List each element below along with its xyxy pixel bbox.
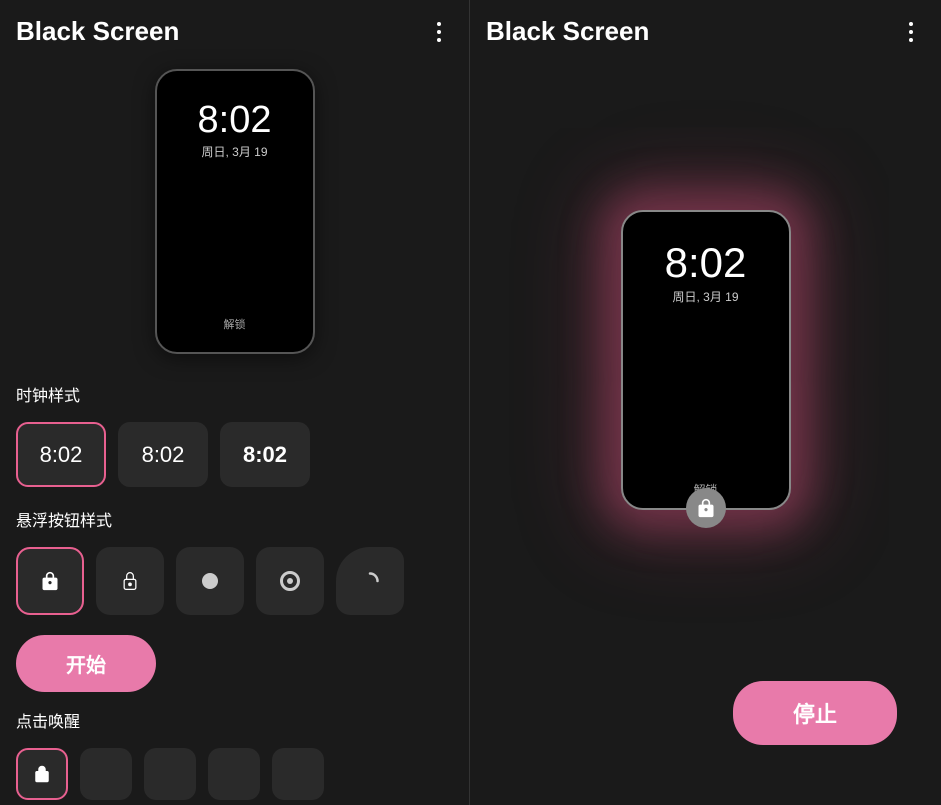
lock-fill-icon [40, 571, 60, 591]
wake-tap-label: 点击唤醒 [0, 700, 469, 740]
left-phone-date: 周日, 3月 19 [198, 143, 272, 160]
left-phone-time: 8:02 [198, 101, 272, 139]
right-phone-lock-icon [686, 488, 726, 528]
float-button-options [0, 539, 469, 627]
clock-option-bold-label: 8:02 [243, 442, 287, 468]
right-phone-area: 8:02 周日, 3月 19 解锁 [470, 59, 941, 681]
right-header: Black Screen [470, 0, 941, 59]
wake-option-1[interactable] [16, 748, 68, 800]
wake-option-4[interactable] [208, 748, 260, 800]
clock-option-normal-label: 8:02 [142, 442, 185, 468]
clock-option-bold[interactable]: 8:02 [220, 422, 310, 487]
right-title: Black Screen [486, 16, 649, 47]
float-button-label: 悬浮按钮样式 [0, 499, 469, 539]
left-phone-frame: 8:02 周日, 3月 19 解锁 [155, 69, 315, 354]
right-menu-button[interactable] [897, 18, 925, 46]
right-phone-time-area: 8:02 周日, 3月 19 [665, 242, 747, 305]
circle-fill-icon [202, 573, 218, 589]
wake-option-2[interactable] [80, 748, 132, 800]
float-btn-circle-ring[interactable] [256, 547, 324, 615]
stop-button[interactable]: 停止 [733, 681, 897, 745]
clock-style-label: 时钟样式 [0, 374, 469, 414]
left-phone-unlock: 解锁 [224, 316, 246, 332]
left-header: Black Screen [0, 0, 469, 59]
wake-option-3[interactable] [144, 748, 196, 800]
float-btn-lock-fill[interactable] [16, 547, 84, 615]
float-btn-lock-outline[interactable] [96, 547, 164, 615]
circle-ring-icon [280, 571, 300, 591]
left-menu-button[interactable] [425, 18, 453, 46]
clock-style-options: 8:02 8:02 8:02 [0, 414, 469, 499]
lock-outline-icon [120, 571, 140, 591]
left-panel: Black Screen 8:02 周日, 3月 19 解锁 时钟样式 8:02 [0, 0, 470, 805]
partial-circle-icon [360, 571, 380, 591]
wake-icon-1 [33, 765, 51, 783]
right-phone-date: 周日, 3月 19 [665, 288, 747, 305]
wake-option-5[interactable] [272, 748, 324, 800]
clock-option-normal[interactable]: 8:02 [118, 422, 208, 487]
clock-option-thin-label: 8:02 [40, 442, 83, 468]
clock-option-thin[interactable]: 8:02 [16, 422, 106, 487]
bottom-action-row: 开始 [0, 627, 469, 700]
float-btn-circle-fill[interactable] [176, 547, 244, 615]
right-phone-time: 8:02 [665, 242, 747, 284]
right-phone-wrapper: 8:02 周日, 3月 19 解锁 [621, 210, 791, 510]
right-lock-icon [696, 498, 716, 518]
left-title: Black Screen [16, 16, 179, 47]
right-bottom: 停止 [470, 681, 941, 805]
wake-tap-options [0, 740, 469, 805]
left-phone-time-area: 8:02 周日, 3月 19 [198, 101, 272, 160]
float-btn-partial[interactable] [336, 547, 404, 615]
right-phone-frame: 8:02 周日, 3月 19 解锁 [621, 210, 791, 510]
left-phone-preview: 8:02 周日, 3月 19 解锁 [0, 59, 469, 374]
right-panel: Black Screen 8:02 周日, 3月 19 解锁 [470, 0, 941, 805]
start-button[interactable]: 开始 [16, 635, 156, 692]
